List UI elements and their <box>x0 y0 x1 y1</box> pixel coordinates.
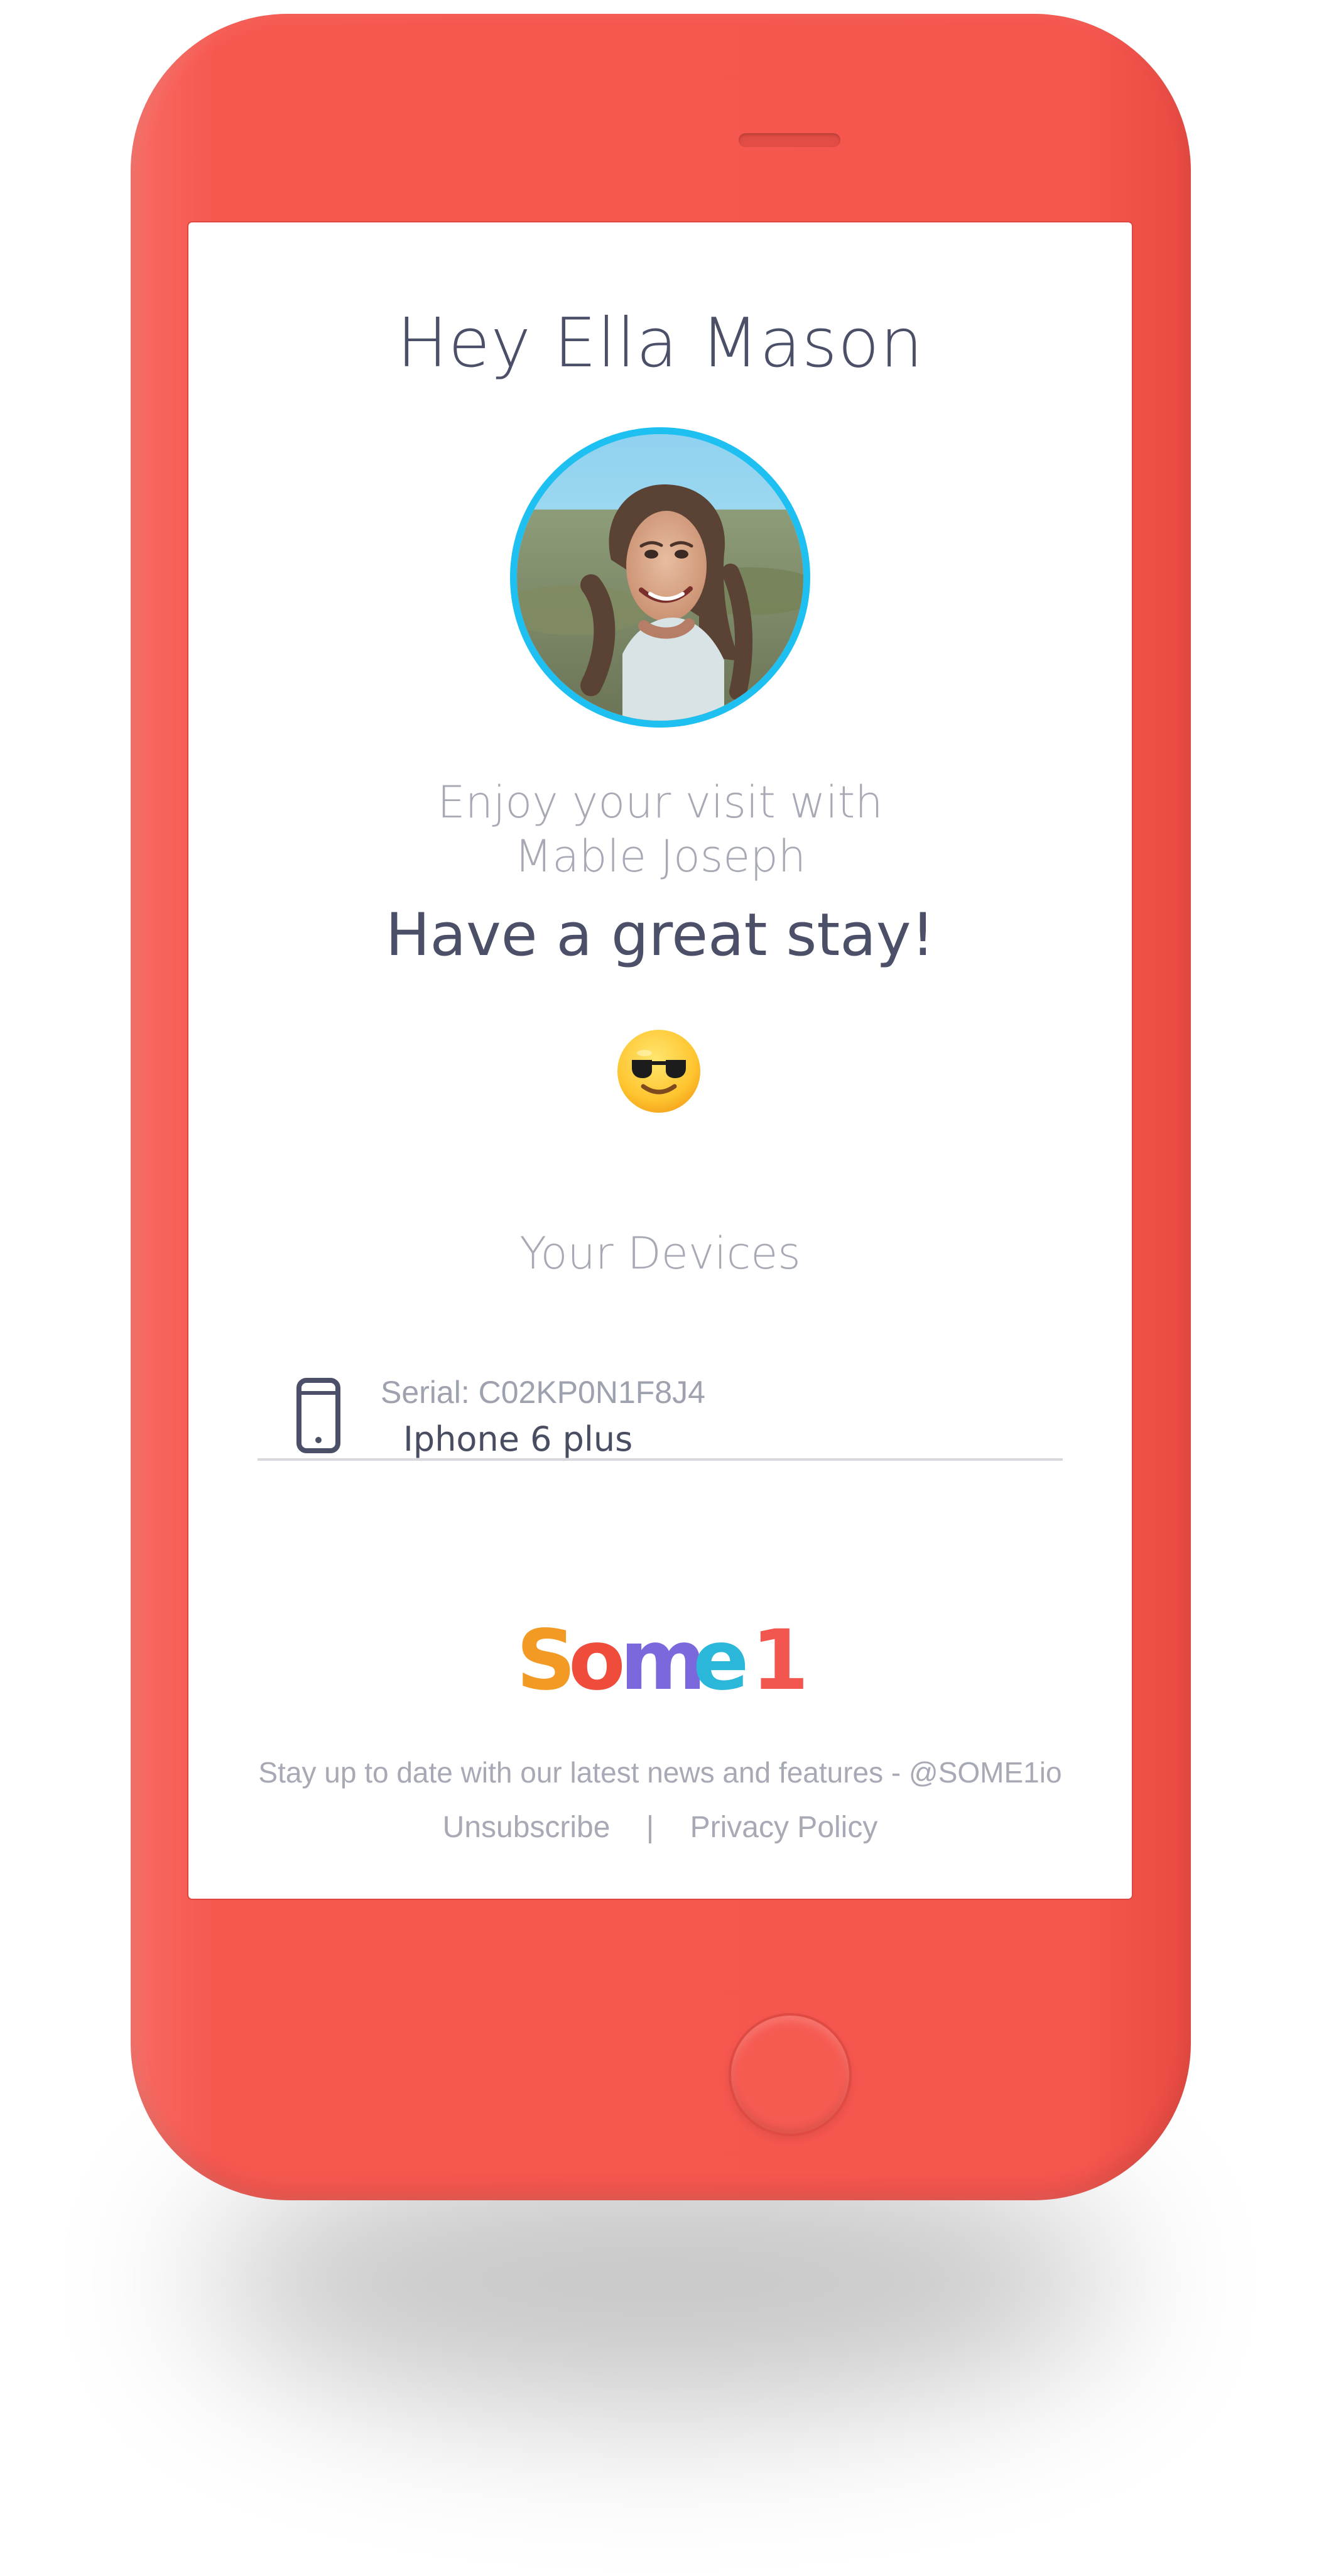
greeting-tagline: Have a great stay! <box>385 901 935 969</box>
device-serial: Serial: C02KP0N1F8J4 <box>381 1375 705 1410</box>
phone-speaker <box>739 133 840 147</box>
page-title: Hey Ella Mason <box>396 304 924 383</box>
some1-logo-e: e <box>693 1618 749 1706</box>
smartphone-icon <box>296 1378 340 1453</box>
visit-line-1: Enjoy your visit with <box>437 777 883 828</box>
some1-logo-o: o <box>568 1618 626 1706</box>
devices-heading: Your Devices <box>519 1228 801 1279</box>
unsubscribe-link[interactable]: Unsubscribe <box>443 1810 611 1845</box>
avatar-photo <box>517 434 803 721</box>
some1-logo: S o m e 1 <box>516 1618 804 1706</box>
some1-logo-1: 1 <box>751 1618 804 1706</box>
home-button[interactable] <box>729 2013 852 2136</box>
avatar <box>510 427 810 728</box>
footer-separator: | <box>646 1810 654 1844</box>
host-name: Mable Joseph <box>514 831 806 882</box>
device-item[interactable]: Serial: C02KP0N1F8J4 Iphone 6 plus <box>258 1356 1063 1461</box>
footer-message: Stay up to date with our latest news and… <box>258 1756 1062 1789</box>
smiling-face-with-sunglasses-icon <box>617 1030 700 1113</box>
footer-links: Unsubscribe | Privacy Policy <box>188 1808 1132 1845</box>
stage: Hey Ella Mason Enjoy your visit with Mab… <box>0 0 1319 2576</box>
email-screen: Hey Ella Mason Enjoy your visit with Mab… <box>188 222 1132 1899</box>
visit-message: Enjoy your visit with Mable Joseph <box>188 775 1132 883</box>
device-name: Iphone 6 plus <box>403 1419 633 1459</box>
some1-logo-s: S <box>516 1618 576 1706</box>
privacy-policy-link[interactable]: Privacy Policy <box>690 1810 878 1845</box>
